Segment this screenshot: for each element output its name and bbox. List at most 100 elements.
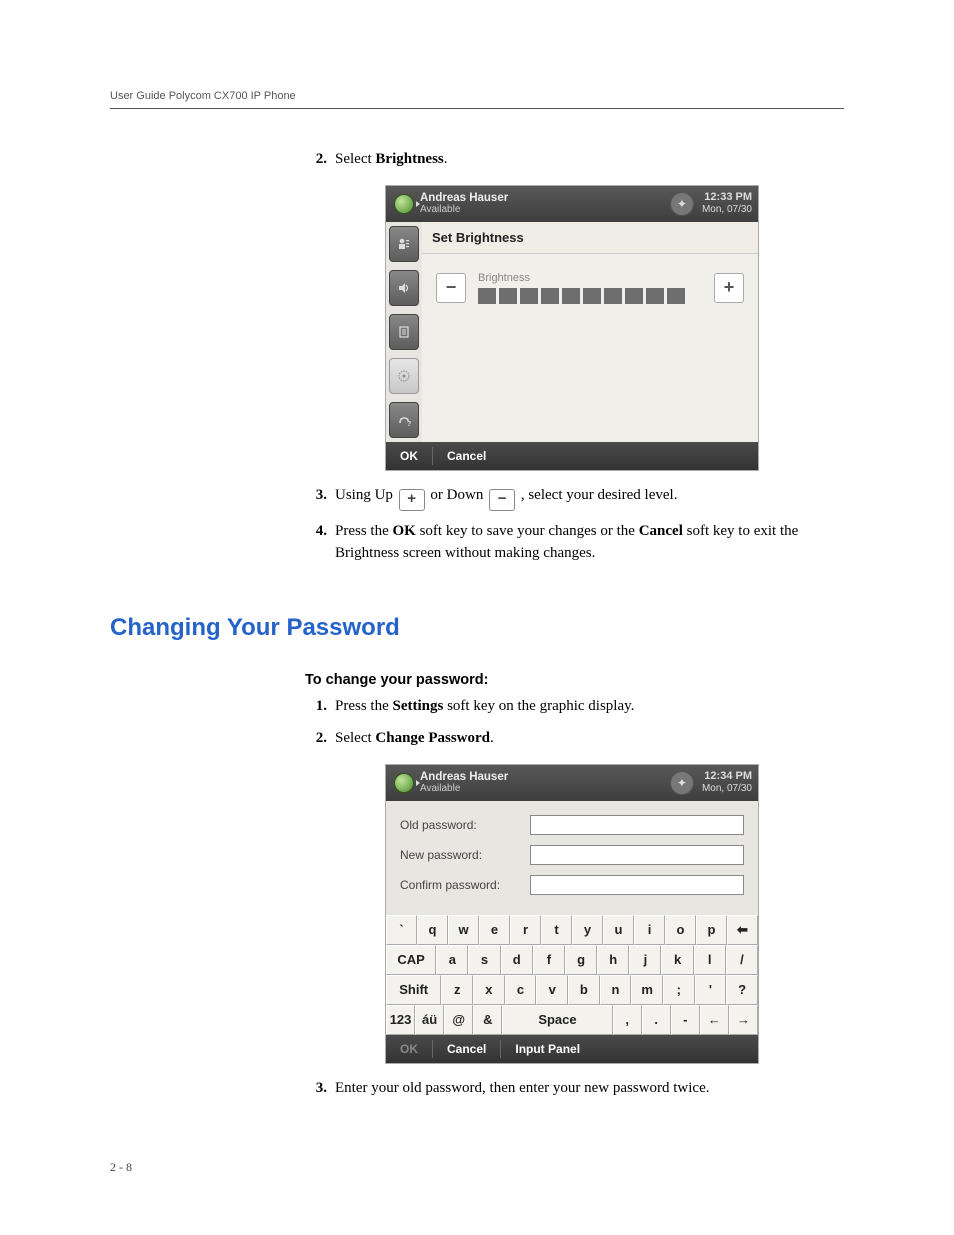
key[interactable]: c — [505, 975, 537, 1005]
page-number: 2 - 8 — [110, 1160, 844, 1175]
key[interactable]: g — [565, 945, 597, 975]
sidebar-help-icon[interactable]: ? — [389, 402, 419, 438]
phone-figure-brightness: Andreas Hauser Available ✦ 12:33 PM Mon,… — [385, 185, 759, 471]
key-cap[interactable]: CAP — [386, 945, 436, 975]
text: or Down — [427, 487, 487, 503]
text: Select — [335, 151, 375, 167]
step-text: Select Brightness. — [335, 149, 844, 171]
sub-heading: To change your password: — [305, 672, 844, 688]
softkey-cancel[interactable]: Cancel — [433, 1042, 500, 1056]
key[interactable]: x — [473, 975, 505, 1005]
svg-text:?: ? — [407, 421, 411, 427]
key[interactable]: t — [541, 915, 572, 945]
key[interactable]: . — [642, 1005, 671, 1035]
key[interactable]: & — [473, 1005, 502, 1035]
key[interactable]: , — [613, 1005, 642, 1035]
key[interactable]: d — [501, 945, 533, 975]
key[interactable]: a — [436, 945, 468, 975]
text: . — [490, 730, 494, 746]
old-password-field[interactable] — [530, 815, 744, 835]
step-number: 1. — [305, 696, 327, 718]
user-name: Andreas Hauser — [420, 192, 666, 204]
sidebar-document-icon[interactable] — [389, 314, 419, 350]
key[interactable]: i — [634, 915, 665, 945]
key-left-arrow[interactable]: ← — [700, 1005, 729, 1035]
sidebar-settings-icon[interactable] — [389, 358, 419, 394]
globe-icon[interactable]: ✦ — [670, 192, 694, 216]
inline-minus-icon: − — [489, 489, 515, 511]
key[interactable]: j — [629, 945, 661, 975]
step-text: Press the OK soft key to save your chang… — [335, 521, 844, 565]
key-space[interactable]: Space — [502, 1005, 612, 1035]
key[interactable]: ` — [386, 915, 417, 945]
key[interactable]: ' — [695, 975, 727, 1005]
user-status: Available — [420, 205, 666, 216]
new-password-field[interactable] — [530, 845, 744, 865]
key[interactable]: n — [600, 975, 632, 1005]
key-123[interactable]: 123 — [386, 1005, 415, 1035]
text-bold: OK — [393, 523, 416, 539]
step-text: Press the Settings soft key on the graph… — [335, 696, 844, 718]
text-bold: Brightness — [375, 151, 443, 167]
key[interactable]: v — [536, 975, 568, 1005]
inline-plus-icon: + — [399, 489, 425, 511]
key[interactable]: ; — [663, 975, 695, 1005]
key[interactable]: p — [696, 915, 727, 945]
text-bold: Cancel — [639, 523, 683, 539]
key[interactable]: o — [665, 915, 696, 945]
key[interactable]: ? — [726, 975, 758, 1005]
screen-title: Set Brightness — [422, 222, 758, 254]
confirm-password-label: Confirm password: — [400, 878, 530, 892]
text: Press the — [335, 523, 393, 539]
key[interactable]: e — [479, 915, 510, 945]
sidebar-volume-icon[interactable] — [389, 270, 419, 306]
key[interactable]: h — [597, 945, 629, 975]
confirm-password-field[interactable] — [530, 875, 744, 895]
key[interactable]: u — [603, 915, 634, 945]
key[interactable]: f — [533, 945, 565, 975]
step-text: Select Change Password. — [335, 728, 844, 750]
key[interactable]: k — [661, 945, 693, 975]
softkey-ok[interactable]: OK — [386, 1042, 432, 1056]
presence-icon[interactable] — [394, 194, 414, 214]
brightness-up-button[interactable]: + — [714, 273, 744, 303]
key[interactable]: m — [631, 975, 663, 1005]
step-text: Using Up + or Down − , select your desir… — [335, 485, 844, 511]
text: Select — [335, 730, 375, 746]
globe-icon[interactable]: ✦ — [670, 771, 694, 795]
brightness-down-button[interactable]: − — [436, 273, 466, 303]
step-number: 2. — [305, 149, 327, 171]
key-shift[interactable]: Shift — [386, 975, 441, 1005]
key[interactable]: r — [510, 915, 541, 945]
key-right-arrow[interactable]: → — [729, 1005, 758, 1035]
key[interactable]: w — [448, 915, 479, 945]
step-number: 3. — [305, 485, 327, 511]
step-text: Enter your old password, then enter your… — [335, 1078, 844, 1100]
key[interactable]: l — [694, 945, 726, 975]
sidebar-contacts-icon[interactable] — [389, 226, 419, 262]
key[interactable]: q — [417, 915, 448, 945]
step-number: 2. — [305, 728, 327, 750]
text: Press the — [335, 698, 393, 714]
key-backspace[interactable]: ⬅ — [727, 915, 758, 945]
key[interactable]: / — [726, 945, 758, 975]
key-accents[interactable]: áü — [415, 1005, 444, 1035]
text-bold: Settings — [393, 698, 444, 714]
old-password-label: Old password: — [400, 818, 530, 832]
phone-figure-password: Andreas Hauser Available ✦ 12:34 PM Mon,… — [385, 764, 759, 1064]
user-status: Available — [420, 784, 666, 795]
brightness-meter — [478, 288, 702, 304]
section-heading: Changing Your Password — [110, 614, 844, 642]
key[interactable]: - — [671, 1005, 700, 1035]
key[interactable]: s — [468, 945, 500, 975]
key[interactable]: y — [572, 915, 603, 945]
key[interactable]: b — [568, 975, 600, 1005]
key[interactable]: z — [441, 975, 473, 1005]
key[interactable]: @ — [444, 1005, 473, 1035]
softkey-cancel[interactable]: Cancel — [433, 449, 500, 463]
onscreen-keyboard: ` q w e r t y u i o p ⬅ CAP — [386, 915, 758, 1035]
presence-icon[interactable] — [394, 773, 414, 793]
softkey-input-panel[interactable]: Input Panel — [501, 1042, 594, 1056]
step-number: 3. — [305, 1078, 327, 1100]
softkey-ok[interactable]: OK — [386, 449, 432, 463]
